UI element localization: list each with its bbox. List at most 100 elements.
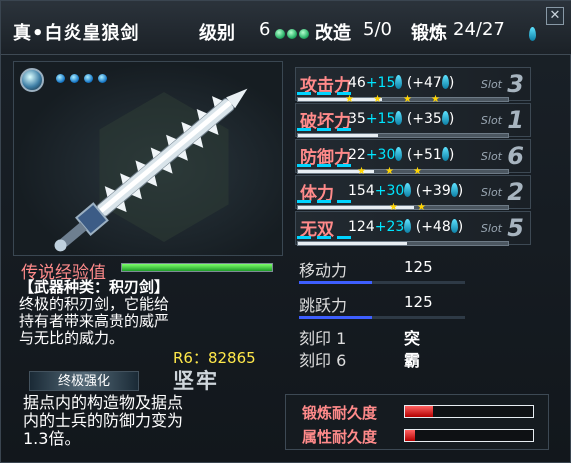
seal-value: 突: [404, 329, 421, 348]
desc-line: 与无比的威力。: [19, 329, 125, 347]
ultimate-name: 坚牢: [173, 369, 219, 393]
title-bar: 真•白炎皇狼剑 级别 6 改造 5/0 锻炼 24/27 ✕: [1, 1, 571, 55]
stat-bonus: (+48: [415, 219, 451, 235]
stat-attack: 攻击力 46+15 (+47) Slot 3: [295, 67, 531, 101]
paren-close: ): [448, 111, 455, 127]
stat-underline: [297, 200, 357, 203]
slot-number: 2: [507, 178, 524, 206]
level-value: 6: [259, 19, 271, 40]
stat-underline: [297, 164, 357, 167]
close-button[interactable]: ✕: [546, 7, 564, 25]
stat-plus: +15: [365, 75, 396, 91]
paren-close: ): [448, 75, 455, 91]
water-drop-icon: [395, 75, 403, 89]
water-drop-icon: [395, 147, 403, 161]
paren-close: ): [448, 147, 455, 163]
slot-label: Slot: [480, 222, 502, 235]
slot-label: Slot: [480, 150, 502, 163]
seal-value: 霸: [404, 351, 421, 370]
forge-label: 锻炼: [411, 23, 447, 44]
durability-bar: [404, 405, 534, 418]
ultimate-label: 终极强化: [29, 371, 139, 391]
level-gems: [275, 23, 311, 42]
stat-plus: +30: [365, 147, 396, 163]
modify-label: 改造: [315, 23, 351, 44]
weapon-title: 真•白炎皇狼剑: [13, 23, 140, 44]
stat-value: 46+15 (+47): [348, 75, 454, 91]
stat-bonus: (+51: [406, 147, 442, 163]
water-drop-icon: [450, 219, 458, 233]
forge-value: 24/27: [453, 19, 505, 40]
stat-value: 154+30 (+39): [348, 183, 463, 199]
weapon-image-panel: [13, 61, 283, 256]
water-drop-icon: [450, 183, 458, 197]
modify-value: 5/0: [363, 19, 392, 40]
water-drop-icon: [441, 147, 449, 161]
durability-label: 锻炼耐久度: [302, 404, 378, 422]
stat-value: 35+15 (+35): [348, 111, 454, 127]
ultimate-desc-line: 1.3倍。: [23, 429, 81, 448]
seal-label: 刻印 6: [299, 351, 347, 370]
stat-bonus: (+47: [406, 75, 442, 91]
water-drop-icon: [529, 27, 536, 41]
slot-number: 3: [507, 70, 524, 98]
jump-label: 跳跃力: [299, 296, 348, 315]
slot-number: 1: [507, 106, 524, 134]
stat-base: 154: [348, 183, 375, 199]
movement-value: 125: [404, 258, 433, 276]
water-drop-icon: [441, 111, 449, 125]
slot-number: 6: [507, 142, 524, 170]
stat-bar: [297, 241, 509, 246]
durability-bar: [404, 429, 534, 442]
stat-plus: +23: [374, 219, 405, 235]
water-drop-icon: [441, 75, 449, 89]
stat-vitality: 体力 154+30 (+39) Slot 2: [295, 175, 531, 209]
stat-base: 22: [348, 147, 366, 163]
stat-plus: +30: [374, 183, 405, 199]
stat-base: 35: [348, 111, 366, 127]
slot-label: Slot: [480, 114, 502, 127]
stat-underline: [297, 236, 357, 239]
stat-plus: +15: [365, 111, 396, 127]
stat-base: 46: [348, 75, 366, 91]
jump-value: 125: [404, 293, 433, 311]
movement-label: 移动力: [299, 261, 348, 280]
stat-bonus: (+39: [415, 183, 451, 199]
slot-label: Slot: [480, 186, 502, 199]
water-drop-icon: [404, 219, 412, 233]
seal-label: 刻印 1: [299, 329, 347, 348]
gem-icon: [275, 28, 285, 39]
legend-exp-bar: [121, 263, 273, 272]
paren-close: ): [457, 219, 464, 235]
stat-value: 124+23 (+48): [348, 219, 463, 235]
stat-bar: [297, 169, 509, 174]
slot-number: 5: [507, 214, 524, 242]
movement-bar: [299, 281, 465, 284]
weapon-description: 【武器种类：积刃剑】 终极的积刃剑，它能给 持有者带来高贵的威严 与无比的威力。: [19, 279, 274, 347]
durability-label: 属性耐久度: [302, 428, 378, 446]
stat-bonus: (+35: [406, 111, 442, 127]
desc-line: 持有者带来高贵的威严: [19, 312, 170, 330]
level-label: 级别: [199, 23, 235, 44]
gem-icon: [287, 28, 297, 39]
jump-bar: [299, 316, 465, 319]
water-drop-icon: [404, 183, 412, 197]
stat-bar: [297, 133, 509, 138]
paren-close: ): [457, 183, 464, 199]
slot-label: Slot: [480, 78, 502, 91]
stat-bar: [297, 205, 509, 210]
ultimate-description: 据点内的构造物及据点 内的士兵的防御力变为 1.3倍。: [23, 394, 258, 448]
gem-icon: [299, 28, 309, 39]
stat-underline: [297, 128, 357, 131]
weapon-info-window: 真•白炎皇狼剑 级别 6 改造 5/0 锻炼 24/27 ✕ 攻击力 46+15…: [0, 0, 571, 463]
water-drop-icon: [395, 111, 403, 125]
stat-base: 124: [348, 219, 375, 235]
sword-image: [54, 88, 248, 252]
stat-destroy: 破坏力 35+15 (+35) Slot 1: [295, 103, 531, 137]
desc-line: 终极的积刃剑，它能给: [19, 295, 170, 313]
ultimate-desc-line: 据点内的构造物及据点: [23, 393, 184, 412]
stat-value: 22+30 (+51): [348, 147, 454, 163]
durability-panel: 锻炼耐久度 属性耐久度: [285, 394, 549, 450]
stat-musou: 无双 124+23 (+48) Slot 5: [295, 211, 531, 245]
ultimate-desc-line: 内的士兵的防御力变为: [23, 411, 184, 430]
